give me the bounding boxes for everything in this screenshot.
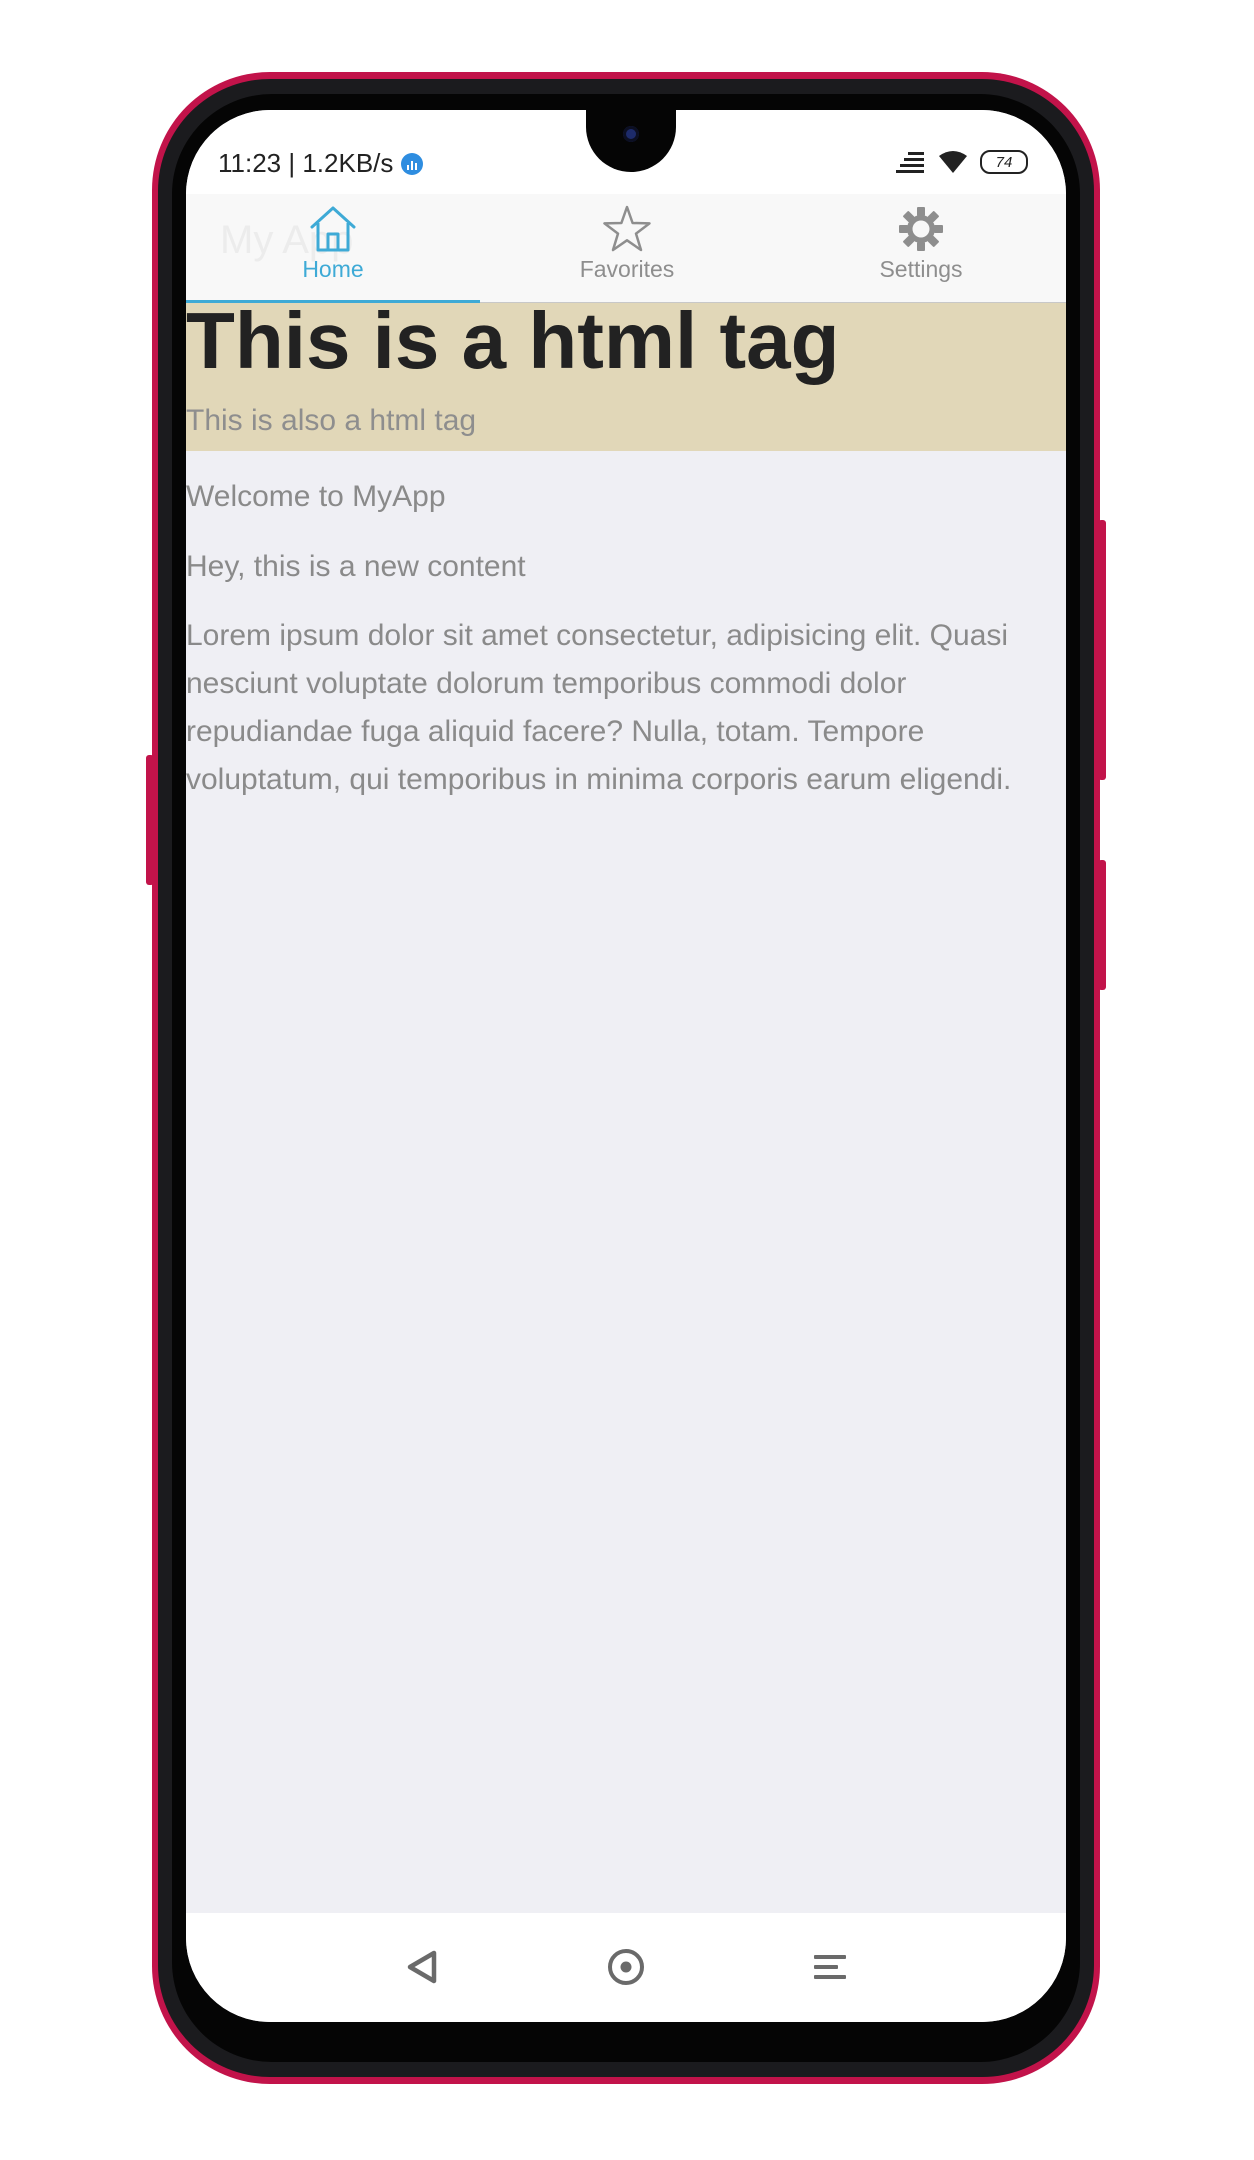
- gear-icon: [899, 207, 943, 251]
- welcome-text: Welcome to MyApp: [186, 480, 446, 513]
- side-key: [1098, 860, 1106, 990]
- menu-icon: [814, 1955, 846, 1979]
- lorem-paragraph: Lorem ipsum dolor sit amet consectetur, …: [186, 619, 1012, 796]
- tab-home-label: Home: [302, 256, 364, 282]
- status-left: 11:23 | 1.2KB/s: [218, 148, 424, 179]
- tab-favorites-label: Favorites: [579, 256, 675, 282]
- status-bar: 11:23 | 1.2KB/s 74: [186, 110, 1066, 194]
- tab-settings[interactable]: Settings: [774, 194, 1066, 302]
- volume-button: [146, 755, 154, 885]
- tab-home[interactable]: Home: [186, 194, 480, 304]
- signal-icon: [896, 152, 924, 173]
- back-icon: [407, 1950, 437, 1984]
- power-button: [1098, 520, 1106, 780]
- status-right: 74: [894, 150, 1028, 174]
- data-usage-icon: [401, 152, 424, 175]
- camera-notch: [586, 110, 676, 172]
- star-icon: [603, 205, 651, 252]
- hero-subtitle: This is also a html tag: [186, 404, 477, 437]
- home-circle-icon: [608, 1949, 644, 1985]
- tab-bar: My App Home Favorites Settings: [186, 194, 1066, 304]
- home-icon: [310, 206, 356, 252]
- tab-favorites[interactable]: Favorites: [480, 194, 774, 302]
- tab-settings-label: Settings: [879, 256, 963, 282]
- recents-button[interactable]: [808, 1945, 852, 1989]
- new-content-text: Hey, this is a new content: [186, 550, 526, 583]
- status-time-speed: 11:23 | 1.2KB/s: [218, 148, 394, 178]
- home-button[interactable]: [604, 1945, 648, 1989]
- wifi-icon: [939, 151, 967, 173]
- hero-banner: This is a html tag This is also a html t…: [186, 296, 1066, 451]
- system-nav-bar: [186, 1913, 1066, 2022]
- back-button[interactable]: [401, 1945, 445, 1989]
- front-camera: [623, 126, 639, 142]
- hero-title: This is a html tag: [186, 296, 840, 385]
- phone-screen: 11:23 | 1.2KB/s 74 My App Home Favorites…: [186, 110, 1066, 2022]
- battery-icon: 74: [980, 150, 1028, 174]
